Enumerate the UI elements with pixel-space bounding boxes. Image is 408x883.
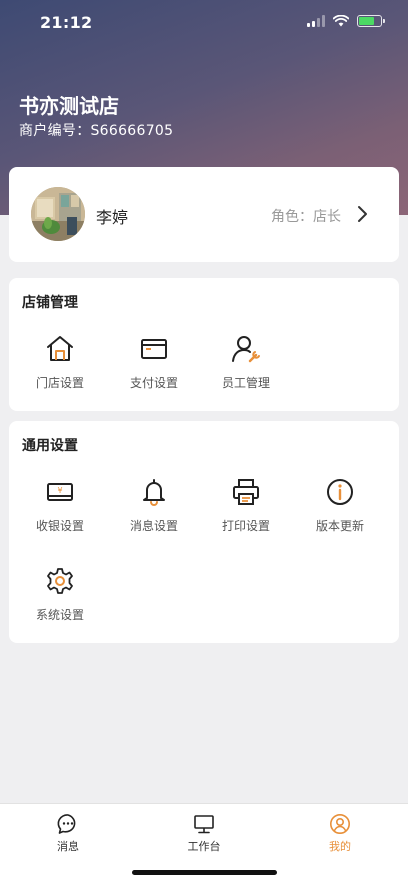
message-settings-label: 消息设置 — [129, 519, 178, 533]
info-icon — [327, 479, 353, 505]
printer-icon — [233, 479, 259, 505]
screen: 21:12 书亦测试店 商户编号：S66666705 李婷 角色：店长 店铺管理… — [0, 0, 408, 883]
role-value: 店长 — [313, 209, 341, 225]
signal-icon — [307, 15, 325, 27]
staff-management-button[interactable]: 员工管理 — [199, 334, 293, 391]
merchant-id-label: 商户编号： — [19, 123, 91, 139]
system-settings-label: 系统设置 — [35, 608, 84, 622]
status-bar: 21:12 — [0, 0, 408, 46]
profile-card[interactable]: 李婷 角色：店长 — [9, 167, 399, 262]
bell-icon — [143, 479, 165, 506]
tab-workbench-label: 工作台 — [187, 840, 221, 853]
store-icon — [47, 336, 73, 361]
section-title-general: 通用设置 — [22, 438, 78, 454]
role-label: 角色： — [271, 209, 313, 225]
gear-icon — [47, 568, 73, 594]
staff-icon — [232, 336, 260, 363]
chevron-right-icon[interactable] — [353, 204, 373, 224]
chat-icon — [57, 814, 76, 834]
store-name: 书亦测试店 — [19, 94, 119, 118]
print-settings-button[interactable]: 打印设置 — [199, 477, 293, 534]
cashier-settings-label: 收银设置 — [35, 519, 84, 533]
status-icons — [307, 15, 385, 27]
status-time: 21:12 — [40, 13, 93, 32]
tab-messages-label: 消息 — [57, 840, 79, 853]
tab-workbench[interactable]: 工作台 — [164, 813, 244, 854]
store-settings-button[interactable]: 门店设置 — [13, 334, 107, 391]
general-settings-card: 通用设置 ¥ 收银设置 消息设置 打印设置 版本更新 系统设置 — [9, 421, 399, 643]
avatar — [31, 187, 85, 241]
tab-mine[interactable]: 我的 — [300, 813, 380, 854]
home-indicator — [132, 870, 277, 875]
print-settings-label: 打印设置 — [221, 519, 270, 533]
user-icon — [330, 814, 350, 834]
cashier-icon: ¥ — [47, 483, 73, 501]
battery-icon — [357, 15, 385, 27]
merchant-id-row: 商户编号：S66666705 — [19, 120, 173, 140]
section-title-store: 店铺管理 — [22, 295, 78, 311]
monitor-icon — [194, 815, 214, 834]
system-settings-button[interactable]: 系统设置 — [13, 566, 107, 623]
version-update-label: 版本更新 — [315, 519, 364, 533]
user-name: 李婷 — [96, 208, 129, 227]
store-management-card: 店铺管理 门店设置 支付设置 员工管理 — [9, 278, 399, 411]
merchant-id-value: S66666705 — [90, 123, 174, 139]
staff-management-label: 员工管理 — [221, 376, 270, 390]
payment-settings-button[interactable]: 支付设置 — [107, 334, 201, 391]
payment-settings-label: 支付设置 — [129, 376, 178, 390]
card-icon — [141, 339, 167, 359]
tab-messages[interactable]: 消息 — [28, 813, 108, 854]
message-settings-button[interactable]: 消息设置 — [107, 477, 201, 534]
store-settings-label: 门店设置 — [35, 376, 84, 390]
svg-text:¥: ¥ — [57, 486, 62, 495]
tab-mine-label: 我的 — [329, 840, 351, 853]
version-update-button[interactable]: 版本更新 — [293, 477, 387, 534]
wifi-icon — [333, 15, 349, 27]
role-text: 角色：店长 — [271, 206, 341, 226]
cashier-settings-button[interactable]: ¥ 收银设置 — [13, 477, 107, 534]
